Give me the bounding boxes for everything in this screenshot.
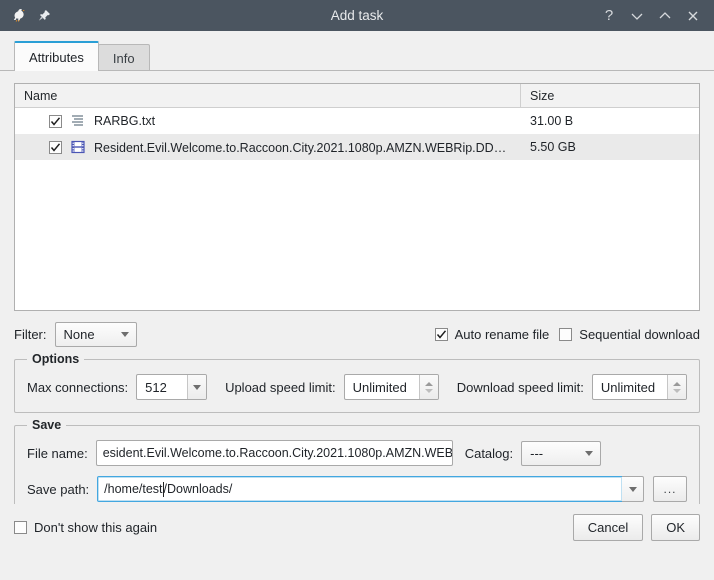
dont-show-again-checkbox[interactable]: Don't show this again [14, 520, 157, 535]
sequential-download-label: Sequential download [579, 326, 700, 342]
file-table[interactable]: Name Size RARBG.txt 31.00 B Resident.Evi… [14, 83, 700, 311]
tab-info[interactable]: Info [97, 44, 150, 71]
ok-button[interactable]: OK [651, 513, 700, 541]
cancel-button-label: Cancel [587, 519, 629, 535]
options-group: Options Max connections: 512 Upload spee… [14, 352, 700, 413]
checkbox-box [559, 327, 573, 341]
filter-value: None [63, 326, 95, 342]
upload-speed-input[interactable]: Unlimited [343, 374, 439, 400]
max-connections-value: 512 [145, 379, 167, 395]
dialog-footer: Don't show this again Cancel OK [0, 504, 714, 550]
row-checkbox[interactable] [49, 114, 62, 128]
chevron-down-icon [114, 323, 136, 346]
cancel-button[interactable]: Cancel [572, 513, 644, 541]
spinner-down-icon [673, 388, 681, 393]
tab-attributes[interactable]: Attributes [14, 41, 99, 71]
browse-button-label: ... [663, 482, 677, 496]
title-bar-left-icons [0, 6, 52, 25]
spinner-down-icon [424, 388, 433, 393]
table-header: Name Size [15, 84, 699, 108]
save-path-row: Save path: /home/test/Downloads/ ... [27, 476, 687, 502]
close-button[interactable] [680, 3, 706, 29]
tab-attributes-label: Attributes [29, 49, 84, 65]
chevron-down-icon [628, 486, 637, 492]
list-options: Auto rename file Sequential download [434, 326, 700, 342]
chevron-down-icon [578, 442, 600, 465]
spinner-buttons[interactable] [418, 375, 438, 399]
maximize-button[interactable] [652, 3, 678, 29]
ok-button-label: OK [666, 519, 685, 535]
checkbox-box [14, 520, 27, 534]
file-name-label: File name: [27, 445, 88, 461]
save-path-value-after-caret: /Downloads/ [163, 482, 233, 496]
table-row[interactable]: RARBG.txt 31.00 B [15, 108, 699, 134]
dont-show-again-label: Don't show this again [34, 519, 158, 535]
file-name-cell: RARBG.txt [15, 113, 521, 129]
max-connections-input[interactable]: 512 [136, 374, 208, 400]
title-bar: Add task ? [0, 0, 714, 31]
text-file-icon [70, 113, 86, 129]
save-group: Save File name: esident.Evil.Welcome.to.… [14, 418, 700, 515]
file-size-cell: 5.50 GB [530, 140, 576, 154]
tab-info-label: Info [112, 50, 135, 66]
minimize-button[interactable] [624, 3, 650, 29]
file-name-input[interactable]: esident.Evil.Welcome.to.Raccoon.City.202… [95, 440, 453, 466]
table-row[interactable]: Resident.Evil.Welcome.to.Raccoon.City.20… [15, 134, 699, 160]
catalog-label: Catalog: [464, 445, 514, 461]
checkbox-box [434, 327, 448, 341]
file-size-cell: 31.00 B [530, 114, 574, 128]
save-path-value-before-caret: /home/test [104, 482, 163, 496]
max-connections-label: Max connections: [27, 379, 129, 395]
upload-speed-label: Upload speed limit: [225, 379, 336, 395]
options-row: Max connections: 512 Upload speed limit:… [27, 374, 687, 400]
chevron-down-icon [630, 9, 644, 23]
filter-label: Filter: [14, 326, 47, 342]
video-file-icon [70, 139, 86, 155]
close-icon [686, 9, 700, 23]
spinner-buttons[interactable] [667, 375, 686, 399]
sequential-download-checkbox[interactable]: Sequential download [559, 327, 700, 342]
file-name-text: RARBG.txt [94, 114, 156, 128]
save-path-label: Save path: [27, 481, 90, 497]
help-icon: ? [604, 7, 614, 24]
goose-icon [9, 6, 28, 25]
footer-buttons: Cancel OK [572, 513, 700, 541]
help-button[interactable]: ? [596, 3, 622, 29]
attributes-panel: Name Size RARBG.txt 31.00 B Resident.Evi… [0, 70, 714, 550]
column-header-size[interactable]: Size [521, 84, 699, 108]
upload-speed-value: Unlimited [352, 379, 407, 395]
browse-button[interactable]: ... [653, 476, 687, 502]
catalog-dropdown[interactable]: --- [521, 440, 602, 466]
save-path-input[interactable]: /home/test/Downloads/ [97, 476, 622, 502]
options-group-legend: Options [27, 352, 85, 366]
row-checkbox[interactable] [49, 140, 62, 154]
filter-row: Filter: None Auto rename file Sequential… [14, 321, 700, 347]
catalog-value: --- [530, 445, 544, 461]
tab-bar: Attributes Info [0, 31, 714, 71]
auto-rename-label: Auto rename file [454, 326, 550, 342]
filter-dropdown[interactable]: None [54, 321, 137, 347]
file-name-value: esident.Evil.Welcome.to.Raccoon.City.202… [102, 446, 453, 460]
save-group-legend: Save [27, 418, 67, 432]
pin-icon[interactable] [37, 8, 52, 23]
spinner-up-icon [673, 381, 681, 386]
spinner-up-icon [424, 381, 433, 386]
save-path-dropdown-button[interactable] [622, 476, 644, 502]
auto-rename-checkbox[interactable]: Auto rename file [434, 326, 550, 342]
download-speed-value: Unlimited [600, 379, 656, 395]
file-name-text: Resident.Evil.Welcome.to.Raccoon.City.20… [94, 140, 514, 155]
download-speed-label: Download speed limit: [456, 379, 584, 395]
chevron-up-icon [658, 9, 672, 23]
download-speed-input[interactable]: Unlimited [591, 374, 687, 400]
column-header-name[interactable]: Name [15, 84, 521, 108]
file-name-cell: Resident.Evil.Welcome.to.Raccoon.City.20… [15, 139, 521, 155]
chevron-down-icon[interactable] [187, 375, 207, 399]
file-name-row: File name: esident.Evil.Welcome.to.Racco… [27, 440, 687, 466]
window-controls: ? [596, 3, 714, 29]
